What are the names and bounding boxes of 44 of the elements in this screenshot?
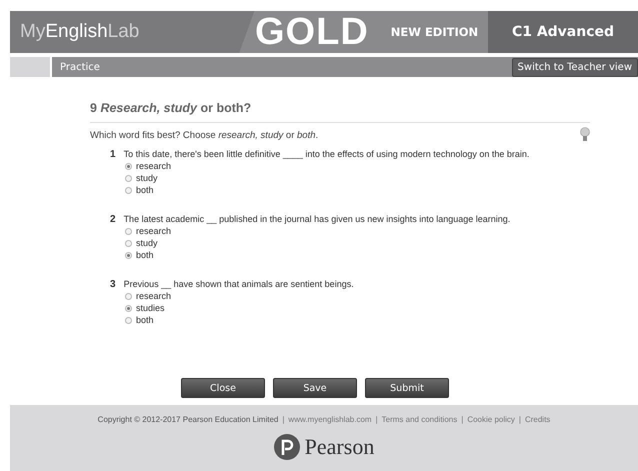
radio-button[interactable] — [125, 228, 132, 234]
question-number: 3 — [110, 279, 116, 290]
logo-icon — [274, 434, 300, 460]
question-text: To this date, there's been little definitive ____ into the effects of using modern technology on the brain. — [124, 149, 530, 160]
edition-label: NEW EDITION — [390, 25, 478, 39]
lightbulb-icon[interactable] — [580, 127, 590, 143]
radio-button[interactable] — [125, 186, 132, 194]
question-text: The latest academic __ published in the journal has given us new insights into language learning. — [124, 214, 510, 225]
question-text: Previous __ have shown that animals are sentient beings. — [124, 279, 354, 290]
logo: MyEnglishLab — [19, 21, 140, 43]
side-panel — [10, 57, 50, 77]
radio-button[interactable] — [125, 316, 132, 324]
radio-button[interactable] — [125, 174, 132, 182]
separator: | — [376, 415, 378, 424]
radio-button[interactable] — [125, 304, 132, 312]
option-label[interactable]: study — [136, 172, 158, 184]
option-label[interactable]: research — [136, 225, 172, 237]
question-number: 2 — [110, 214, 116, 225]
practice-label: Practice — [60, 62, 100, 72]
option-label[interactable]: studies — [136, 302, 165, 314]
instruction-text: Which word fits best? Choose research, study or both. — [90, 130, 320, 140]
question-number: 1 — [110, 149, 116, 160]
switch-view-button[interactable]: Switch to Teacher view — [512, 58, 638, 76]
exercise-title: 9 Research, study or both? — [90, 101, 590, 123]
option-label[interactable]: research — [136, 290, 172, 302]
level-title: C1 Advanced — [488, 11, 638, 53]
option-label[interactable]: study — [136, 237, 158, 249]
brand-name: Pearson — [304, 434, 374, 460]
radio-button[interactable] — [125, 240, 132, 246]
action-button[interactable]: Submit — [365, 378, 449, 398]
radio-button[interactable] — [125, 252, 132, 258]
separator: | — [461, 415, 464, 424]
brand-title: GOLD — [255, 11, 369, 53]
separator: | — [282, 415, 284, 424]
copyright-text: Copyright © 2012-2017 Pearson Education Limited — [98, 415, 278, 424]
radio-button[interactable] — [125, 292, 132, 300]
option-label[interactable]: both — [136, 314, 154, 326]
option-label[interactable]: research — [136, 160, 172, 172]
action-button[interactable]: Save — [273, 378, 357, 398]
action-button[interactable]: Close — [181, 378, 265, 398]
radio-button[interactable] — [125, 162, 132, 170]
separator: | — [518, 415, 521, 424]
option-label[interactable]: both — [136, 249, 154, 261]
option-label[interactable]: both — [136, 184, 154, 196]
